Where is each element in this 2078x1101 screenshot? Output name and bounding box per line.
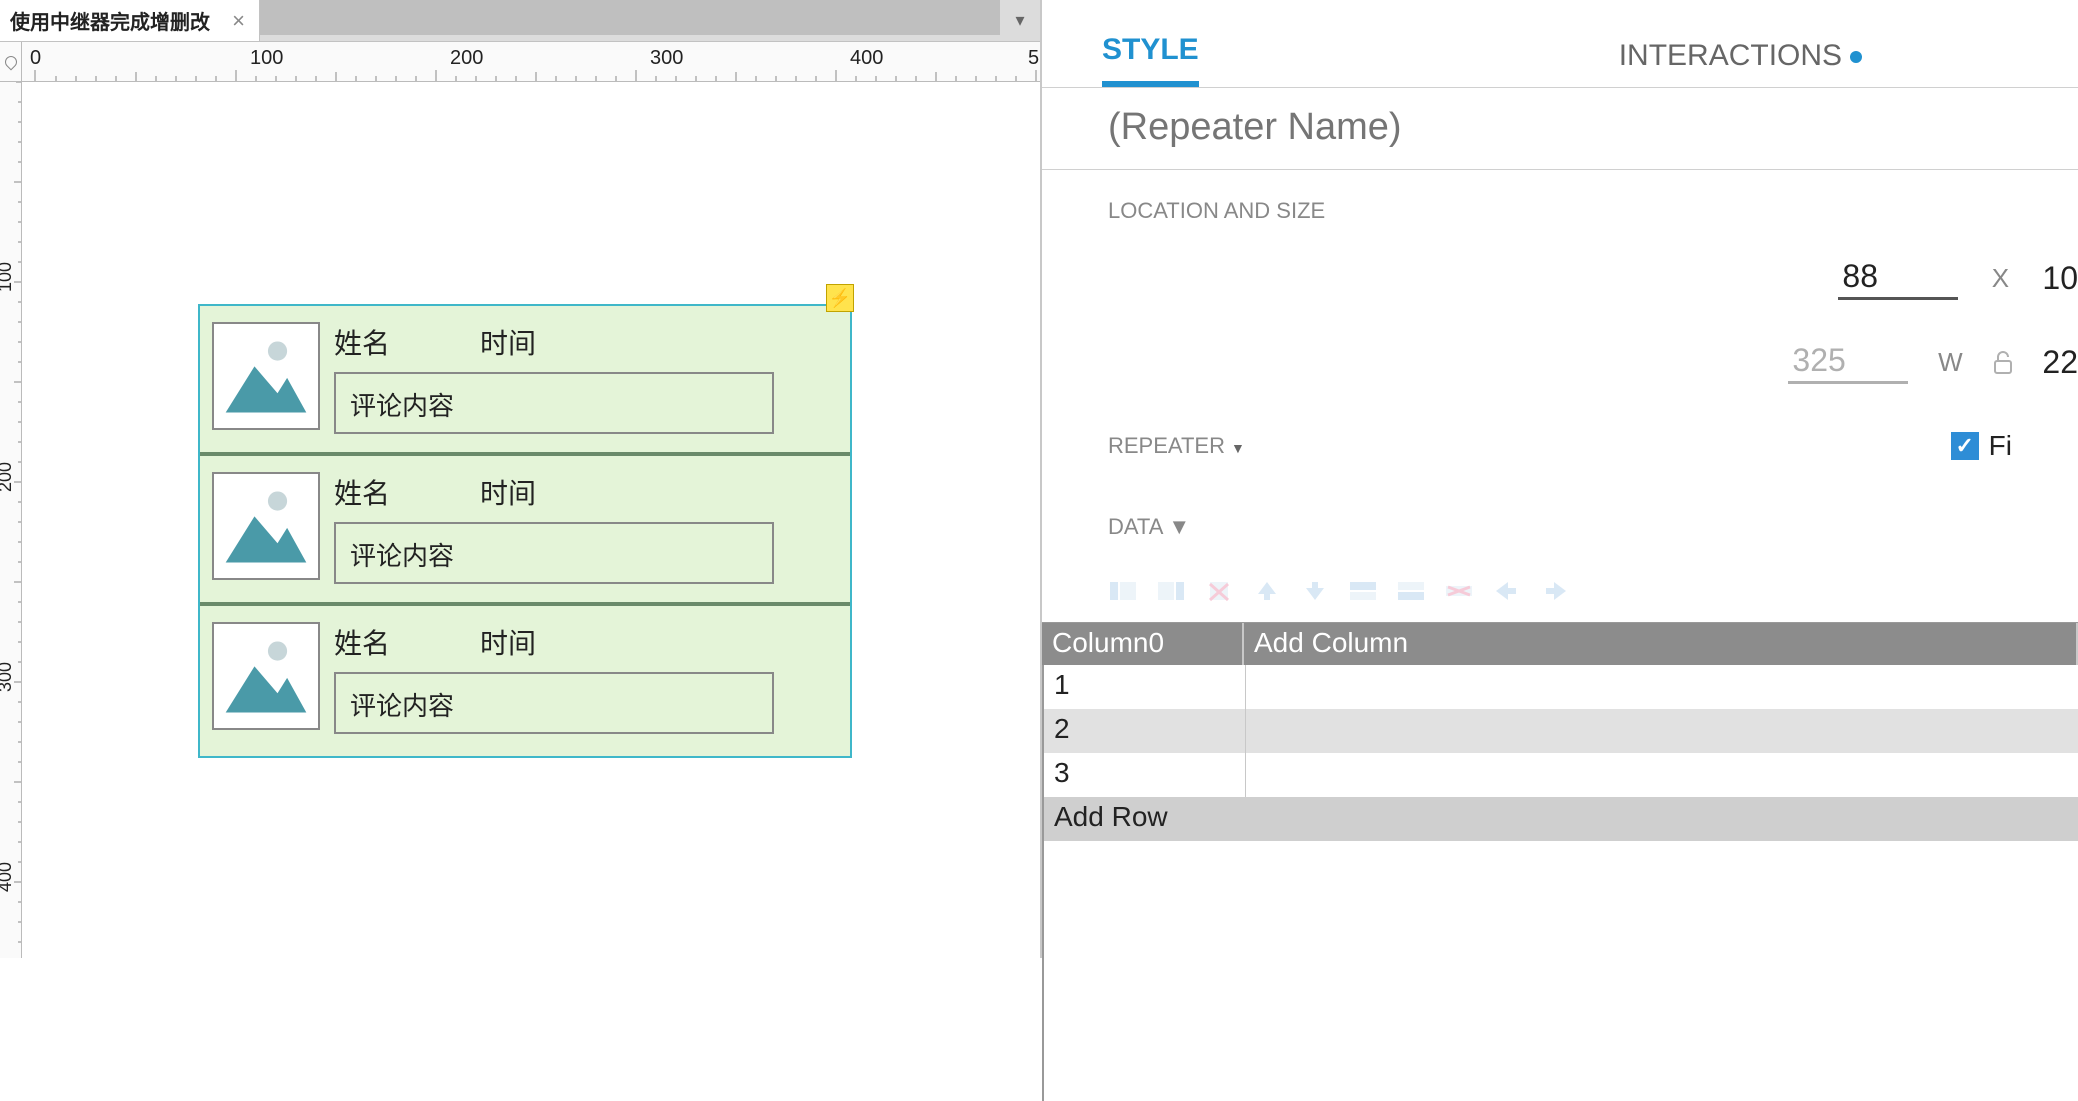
move-up-icon[interactable] [1252,578,1282,604]
data-table: Column0 Add Column 1 2 3 Add Row [1042,622,2078,1101]
svg-text:400: 400 [850,47,883,69]
ruler-horizontal: 0 100 200 300 400 5 [0,42,1040,82]
tabs-spacer [260,0,1000,41]
fit-label-cutoff: Fi [1989,430,2012,462]
svg-text:5: 5 [1028,47,1039,69]
table-cell[interactable] [1246,665,2078,709]
table-cell[interactable]: 2 [1044,709,1246,753]
design-canvas[interactable]: ⚡ 姓名 时间 评论内容 姓名 [22,82,1040,958]
column-header[interactable]: Column0 [1042,623,1244,665]
x-label: X [1986,263,2014,294]
repeater-row[interactable]: 姓名 时间 评论内容 [200,306,850,456]
chevron-down-icon: ▼ [1231,440,1245,456]
location-size-section: X 10 W 22 [1042,226,2078,394]
widget-name-field[interactable] [1042,88,2078,170]
name-label[interactable]: 姓名 [334,322,390,362]
data-section-header[interactable]: DATA ▼ [1042,462,2078,540]
fit-checkbox[interactable]: ✓ Fi [1951,430,2012,462]
repeater-section-header[interactable]: REPEATER ▼ ✓ Fi [1042,394,2078,462]
data-toolbar [1042,540,2078,612]
image-placeholder-icon[interactable] [212,622,320,730]
svg-text:0: 0 [30,47,41,69]
repeater-row[interactable]: 姓名 时间 评论内容 [200,456,850,606]
image-placeholder-icon[interactable] [212,322,320,430]
w-input[interactable] [1788,340,1908,384]
svg-text:300: 300 [0,662,15,692]
name-label[interactable]: 姓名 [334,622,390,662]
delete-row-icon[interactable] [1444,578,1474,604]
table-cell[interactable]: 1 [1044,665,1246,709]
svg-text:200: 200 [450,47,483,69]
add-column-right-icon[interactable] [1156,578,1186,604]
move-right-icon[interactable] [1540,578,1570,604]
add-row-above-icon[interactable] [1348,578,1378,604]
inspector-panel: STYLE INTERACTIONS LOCATION AND SIZE X 1… [1041,0,2078,958]
table-row[interactable]: 3 [1042,753,2078,797]
repeater-row-content: 姓名 时间 评论内容 [334,616,838,734]
ruler-vertical: 100 200 300 400 [0,82,22,958]
tab-interactions[interactable]: INTERACTIONS [1619,39,1862,87]
widget-name-input[interactable] [1108,106,1981,149]
svg-text:100: 100 [250,47,283,69]
interaction-badge-icon[interactable]: ⚡ [826,284,854,312]
move-down-icon[interactable] [1300,578,1330,604]
add-row-button[interactable]: Add Row [1042,797,2078,841]
close-icon[interactable]: × [232,8,245,34]
delete-column-icon[interactable] [1204,578,1234,604]
time-label[interactable]: 时间 [480,472,536,512]
image-placeholder-icon[interactable] [212,472,320,580]
page-tab-active[interactable]: 使用中继器完成增删改 × [0,0,260,41]
svg-text:200: 200 [0,462,15,492]
svg-text:100: 100 [0,262,15,292]
table-empty-area[interactable] [1042,841,2078,1101]
tab-interactions-label: INTERACTIONS [1619,39,1842,72]
canvas-pane: 使用中继器完成增删改 × ▾ 0 100 200 300 400 5 [0,0,1041,958]
table-row[interactable]: 1 [1042,665,2078,709]
time-label[interactable]: 时间 [480,622,536,662]
comment-content-box[interactable]: 评论内容 [334,372,774,434]
time-label[interactable]: 时间 [480,322,536,362]
h-input-cutoff[interactable]: 22 [2042,344,2078,381]
comment-content-box[interactable]: 评论内容 [334,672,774,734]
move-left-icon[interactable] [1492,578,1522,604]
repeater-row[interactable]: 姓名 时间 评论内容 [200,606,850,756]
data-section-title: DATA [1108,514,1162,539]
repeater-row-content: 姓名 时间 评论内容 [334,466,838,584]
chevron-down-icon: ▼ [1162,514,1190,539]
repeater-widget[interactable]: ⚡ 姓名 时间 评论内容 姓名 [198,304,852,758]
checkbox-checked-icon: ✓ [1951,432,1979,460]
location-size-title: LOCATION AND SIZE [1042,170,2078,226]
name-label[interactable]: 姓名 [334,472,390,512]
tab-style[interactable]: STYLE [1102,33,1199,87]
svg-text:400: 400 [0,862,15,892]
table-cell[interactable] [1246,753,2078,797]
table-head: Column0 Add Column [1042,623,2078,665]
w-label: W [1936,347,1964,378]
page-tabs: 使用中继器完成增删改 × ▾ [0,0,1040,42]
comment-content-box[interactable]: 评论内容 [334,522,774,584]
interactions-dot-icon [1850,51,1862,63]
inspector-tabs: STYLE INTERACTIONS [1042,0,2078,88]
add-row-below-icon[interactable] [1396,578,1426,604]
ruler-origin-icon[interactable] [0,42,22,82]
add-column-header[interactable]: Add Column [1244,623,2078,665]
x-input[interactable] [1838,256,1958,300]
table-cell[interactable]: 3 [1044,753,1246,797]
tabs-dropdown-icon[interactable]: ▾ [1000,0,1040,41]
svg-text:300: 300 [650,47,683,69]
table-row[interactable]: 2 [1042,709,2078,753]
table-cell[interactable] [1246,709,2078,753]
y-input-cutoff[interactable]: 10 [2042,260,2078,297]
lock-icon[interactable] [1992,349,2014,375]
repeater-section-title: REPEATER [1108,433,1225,458]
repeater-row-content: 姓名 时间 评论内容 [334,316,838,434]
page-tab-title: 使用中继器完成增删改 [10,6,210,35]
add-column-left-icon[interactable] [1108,578,1138,604]
